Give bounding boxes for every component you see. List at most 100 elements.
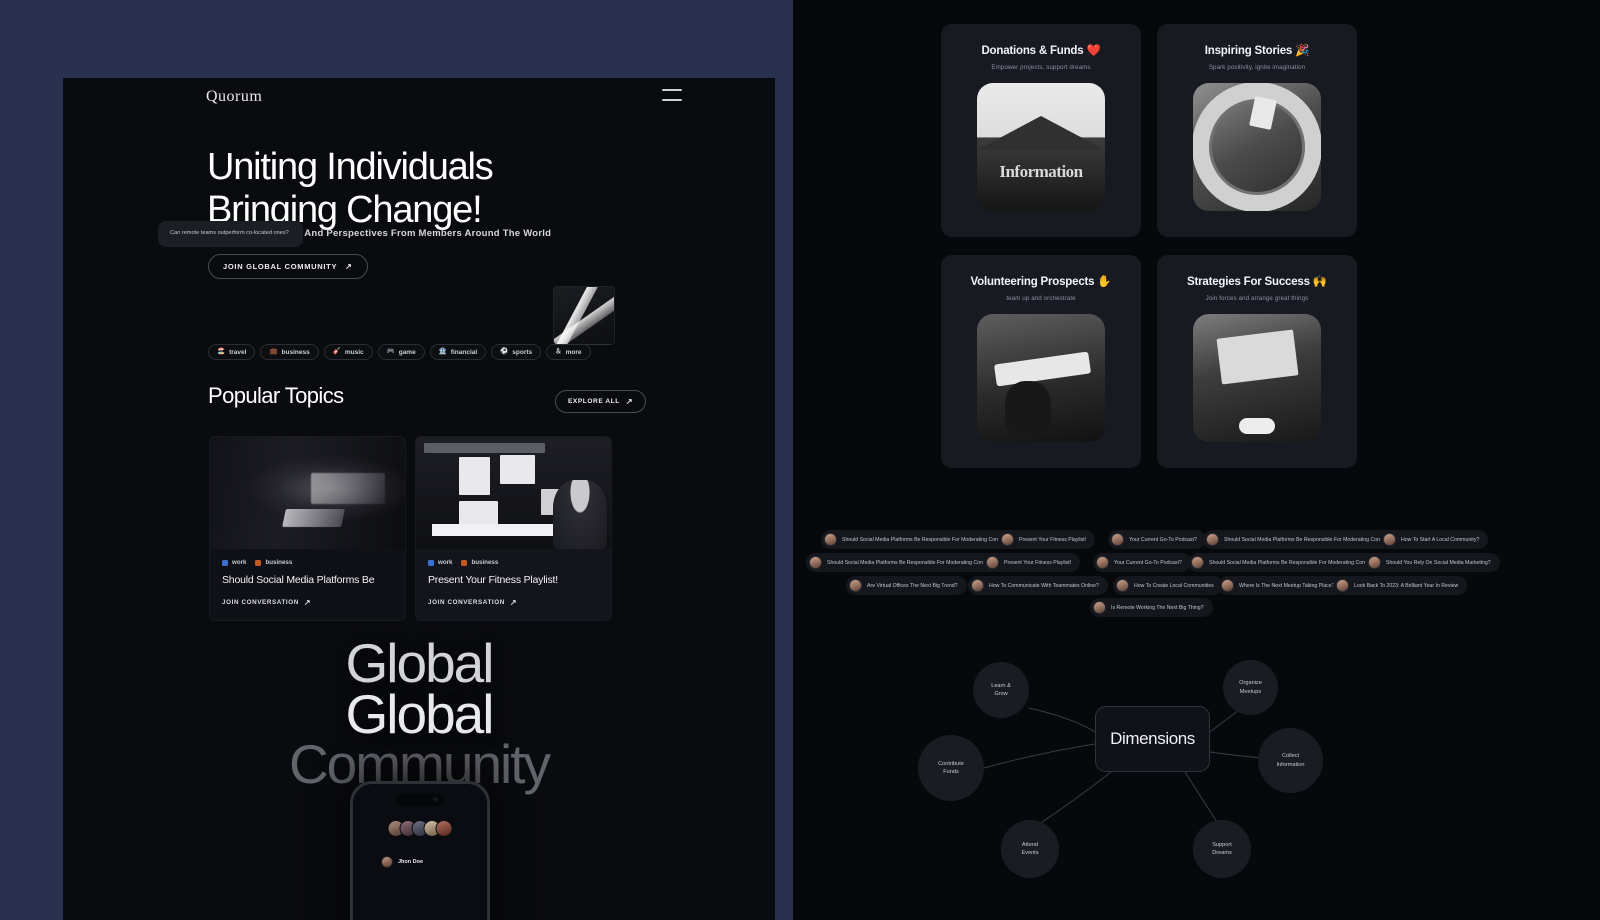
information-building-photo: [977, 83, 1105, 211]
hero-title: Uniting Individuals Bringing Change!: [207, 146, 727, 231]
chat-message-header: Jhon Doe: [381, 856, 423, 868]
right-preview-panel: Donations & Funds ❤️ Empower projects, s…: [793, 0, 1600, 920]
question-chip[interactable]: How To Create Local Communities: [1113, 576, 1223, 595]
hamburger-menu-icon[interactable]: [662, 89, 682, 101]
topic-card-image: [416, 437, 611, 549]
avatar: [849, 579, 862, 592]
feature-card[interactable]: Strategies For Success 🙌 Join forces and…: [1157, 255, 1357, 468]
pill-label: travel: [229, 348, 247, 356]
question-chip[interactable]: Look Back To 2023: A Brilliant Year In R…: [1333, 576, 1468, 595]
pill-glyph-icon: 🎮: [386, 347, 395, 355]
question-chip[interactable]: Your Current Go-To Podcast?: [1093, 553, 1191, 572]
camera-icon: [433, 797, 438, 802]
join-conversation-label: JOIN CONVERSATION: [222, 599, 299, 606]
hero-thumbnail-image: [554, 287, 614, 344]
phone-mockup: Jhon Doe: [350, 781, 490, 920]
avatar: [1001, 533, 1014, 546]
tag-label: work: [438, 559, 453, 566]
global-wordmark-line-2: Global: [345, 682, 495, 745]
question-chip-label: How To Create Local Communities: [1134, 582, 1214, 589]
dimension-node[interactable]: Support Dreams: [1193, 820, 1251, 878]
category-pill-business[interactable]: 💼 business: [260, 344, 319, 360]
avatar-stack: [387, 820, 453, 837]
question-chip-label: Present Your Fitness Playlist!: [1019, 536, 1087, 543]
topic-card-title: Should Social Media Platforms Be: [222, 574, 375, 586]
category-pill-music[interactable]: 🎸 music: [323, 344, 373, 360]
question-chip[interactable]: Present Your Fitness Playlist!: [998, 530, 1096, 549]
explore-all-label: EXPLORE ALL: [568, 398, 620, 405]
popular-topics-grid: work business Should Social Media Platfo…: [209, 436, 612, 621]
category-pill-sports[interactable]: ⚽ sports: [491, 344, 542, 360]
feature-card[interactable]: Donations & Funds ❤️ Empower projects, s…: [941, 24, 1141, 237]
avatar: [435, 820, 453, 837]
question-chip[interactable]: Should Social Media Platforms Be Respons…: [1188, 553, 1386, 572]
question-chip[interactable]: Should You Rely On Social Media Marketin…: [1365, 553, 1500, 572]
question-chip-cloud: Should Social Media Platforms Be Respons…: [793, 524, 1600, 624]
feature-card-subtitle: Empower projects, support dreams: [991, 64, 1091, 71]
feature-card[interactable]: Inspiring Stories 🎉 Spark positivity, ig…: [1157, 24, 1357, 237]
avatar: [1116, 579, 1129, 592]
topic-card[interactable]: work business Should Social Media Platfo…: [209, 436, 406, 621]
chat-author-name: Jhon Doe: [398, 859, 424, 865]
feature-card-title: Volunteering Prospects ✋: [970, 276, 1112, 288]
dimension-node[interactable]: Collect Information: [1258, 728, 1323, 793]
feature-card[interactable]: Volunteering Prospects ✋ team up and orc…: [941, 255, 1141, 468]
topic-card-title: Present Your Fitness Playlist!: [428, 574, 558, 586]
topic-card-tags: work business: [210, 549, 405, 566]
avatar: [824, 533, 837, 546]
join-global-community-label: JOIN GLOBAL COMMUNITY: [223, 262, 338, 271]
question-chip[interactable]: Where Is The Next Meetup Taking Place?: [1218, 576, 1344, 595]
question-chip[interactable]: How To Start A Local Community?: [1380, 530, 1489, 549]
arrow-up-right-icon: ↗: [625, 397, 634, 406]
join-conversation-link[interactable]: JOIN CONVERSATION ↗: [416, 586, 611, 620]
join-conversation-link[interactable]: JOIN CONVERSATION ↗: [210, 586, 405, 620]
category-pill-more[interactable]: ＆ more: [546, 344, 591, 360]
question-chip-label: Where Is The Next Meetup Taking Place?: [1239, 582, 1335, 589]
tag-label: business: [471, 559, 499, 566]
question-chip[interactable]: Should Social Media Platforms Be Respons…: [1203, 530, 1401, 549]
feature-card-title: Strategies For Success 🙌: [1187, 276, 1327, 288]
question-chip[interactable]: Should Social Media Platforms Be Respons…: [821, 530, 1019, 549]
question-chip-label: Your Current Go-To Podcast?: [1129, 536, 1197, 543]
question-chip[interactable]: Present Your Fitness Playlist!: [983, 553, 1081, 572]
category-pill-financial[interactable]: 🏦 financial: [429, 344, 487, 360]
question-chip-label: Look Back To 2023: A Brilliant Year In R…: [1354, 582, 1459, 589]
dimension-node[interactable]: Learn & Grow: [973, 662, 1029, 718]
popular-topics-heading: Popular Topics: [208, 383, 344, 408]
explore-all-button[interactable]: EXPLORE ALL ↗: [555, 390, 647, 413]
join-conversation-label: JOIN CONVERSATION: [428, 599, 505, 606]
feature-card-subtitle: team up and orchestrate: [1006, 295, 1076, 302]
question-chip-label: Should You Rely On Social Media Marketin…: [1386, 559, 1491, 566]
dimensions-diagram: Dimensions Learn & Grow Organize Meetups C…: [793, 640, 1600, 900]
tag-color-swatch: [428, 559, 434, 566]
question-chip[interactable]: Are Virtual Offices The Next Big Trend?: [846, 576, 967, 595]
tag-color-swatch: [222, 559, 228, 566]
question-chip[interactable]: Is Remote Working The Next Big Thing?: [1090, 598, 1213, 617]
avatar: [1221, 579, 1234, 592]
topic-tag: business: [461, 559, 498, 566]
join-global-community-button[interactable]: JOIN GLOBAL COMMUNITY ↗: [208, 254, 368, 279]
question-chip[interactable]: Your Current Go-To Podcast?: [1108, 530, 1206, 549]
avatar: [809, 556, 822, 569]
dimension-node[interactable]: Contribute Funds: [918, 735, 984, 801]
question-chip-label: Your Current Go-To Podcast?: [1114, 559, 1182, 566]
tag-label: business: [265, 559, 293, 566]
pill-label: game: [398, 348, 416, 356]
feature-card-title: Donations & Funds ❤️: [981, 45, 1101, 57]
dimension-node[interactable]: Attend Events: [1001, 820, 1059, 878]
arrow-up-right-icon: ↗: [345, 262, 353, 271]
category-pill-row: 🏖️ travel 💼 business 🎸 music 🎮 game 🏦 financial ⚽ s…: [208, 344, 591, 360]
left-preview-panel: Quorum Uniting Individuals Bringing Chan…: [63, 78, 775, 920]
avatar: [1096, 556, 1109, 569]
category-pill-travel[interactable]: 🏖️ travel: [208, 344, 256, 360]
feature-card-subtitle: Join forces and arrange great things: [1205, 295, 1309, 302]
feature-card-grid: Donations & Funds ❤️ Empower projects, s…: [941, 24, 1357, 468]
avatar: [1093, 601, 1106, 614]
topic-card[interactable]: work business Present Your Fitness Playl…: [415, 436, 612, 621]
pill-label: business: [281, 348, 310, 356]
dimension-node[interactable]: Organize Meetups: [1223, 660, 1278, 715]
question-chip[interactable]: How To Communicate With Teammates Online…: [968, 576, 1108, 595]
question-chip[interactable]: Should Social Media Platforms Be Respons…: [806, 553, 1004, 572]
brand-logo[interactable]: Quorum: [206, 88, 262, 106]
category-pill-game[interactable]: 🎮 game: [377, 344, 425, 360]
